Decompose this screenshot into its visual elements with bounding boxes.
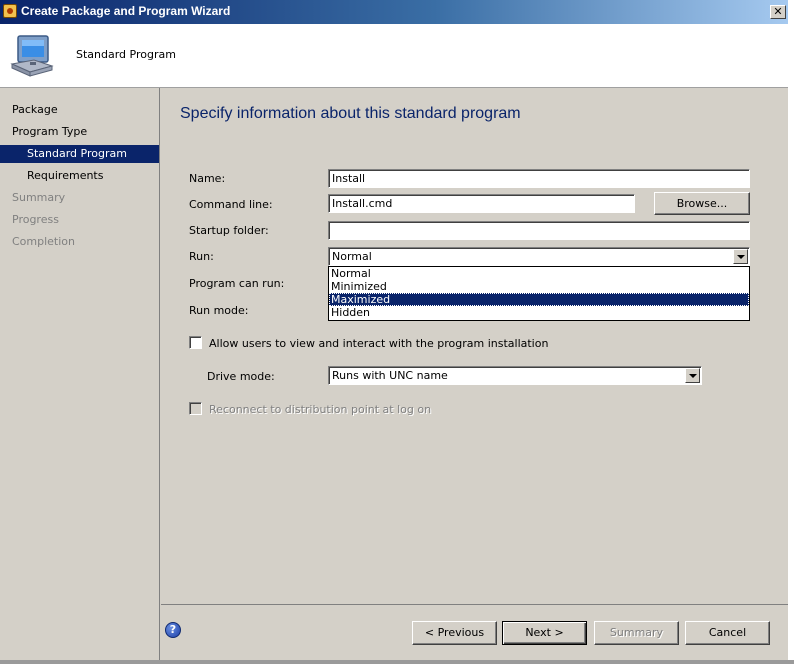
command-line-label: Command line: [189,198,273,211]
nav-item-completion: Completion [12,235,76,248]
nav-item-program-type[interactable]: Program Type [0,123,159,141]
allow-users-checkbox[interactable] [189,336,202,349]
nav-item-requirements[interactable]: Requirements [0,167,159,185]
window-title: Create Package and Program Wizard [21,4,231,18]
nav-item-package[interactable]: Package [0,101,159,119]
drive-mode-value: Runs with UNC name [332,369,448,382]
close-button[interactable]: ✕ [770,5,786,19]
run-option-maximized[interactable]: Maximized [329,293,749,306]
drive-mode-label: Drive mode: [207,370,275,383]
program-can-run-label: Program can run: [189,277,285,290]
nav-item-progress: Progress [12,213,59,226]
title-bar[interactable]: Create Package and Program Wizard ✕ [0,0,790,24]
next-button[interactable]: Next > [502,621,587,645]
run-select[interactable]: Normal [328,247,750,266]
run-dropdown-list: Normal Minimized Maximized Hidden [328,266,750,321]
cancel-button[interactable]: Cancel [685,621,770,645]
help-icon-glyph: ? [169,623,177,636]
nav-item-standard-program[interactable]: Standard Program [0,145,159,163]
app-icon [3,4,17,18]
allow-users-label: Allow users to view and interact with th… [209,337,549,350]
run-option-hidden[interactable]: Hidden [329,306,749,319]
chevron-down-icon[interactable] [685,368,700,383]
wizard-window: Create Package and Program Wizard ✕ Stan… [0,0,790,662]
previous-button[interactable]: < Previous [412,621,497,645]
run-mode-label: Run mode: [189,304,249,317]
startup-folder-label: Startup folder: [189,224,269,237]
run-option-normal[interactable]: Normal [329,267,749,280]
wizard-header: Standard Program [0,24,788,88]
help-icon[interactable]: ? [165,622,181,638]
startup-folder-field[interactable] [328,221,750,240]
run-option-minimized[interactable]: Minimized [329,280,749,293]
run-select-value: Normal [332,250,372,263]
name-label: Name: [189,172,226,185]
reconnect-checkbox [189,402,202,415]
reconnect-label: Reconnect to distribution point at log o… [209,403,432,416]
summary-button: Summary [594,621,679,645]
wizard-content: Specify information about this standard … [161,88,788,604]
run-label: Run: [189,250,214,263]
background-strip [788,0,794,664]
wizard-nav: Package Program Type Standard Program Re… [0,88,160,660]
drive-mode-select[interactable]: Runs with UNC name [328,366,702,385]
name-field[interactable]: Install [328,169,750,188]
command-line-field[interactable]: Install.cmd [328,194,635,213]
close-icon: ✕ [773,5,783,18]
browse-button[interactable]: Browse... [654,192,750,215]
header-title: Standard Program [76,48,176,61]
bottom-border [0,660,794,664]
computer-icon [10,35,54,77]
wizard-footer: ? < Previous Next > Summary Cancel [161,604,788,660]
chevron-down-icon[interactable] [733,249,748,264]
page-title: Specify information about this standard … [180,105,521,122]
nav-item-summary: Summary [12,191,66,204]
